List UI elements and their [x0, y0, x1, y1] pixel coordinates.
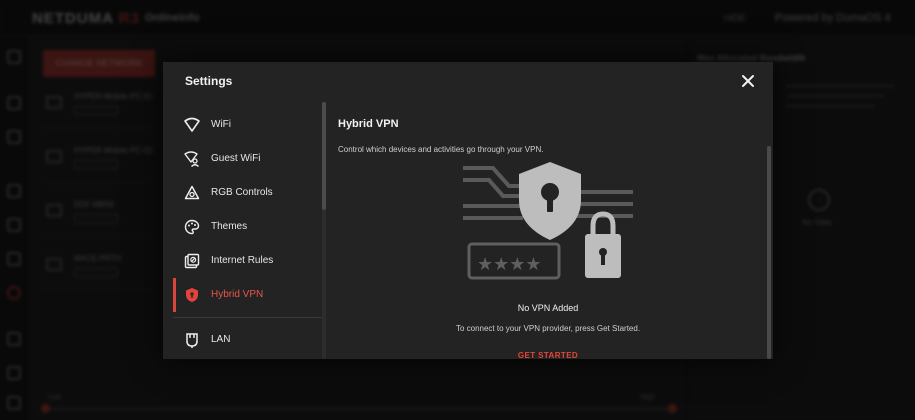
get-started-button[interactable]: GET STARTED [508, 351, 588, 359]
menu-item-hybrid-vpn[interactable]: Hybrid VPN [173, 278, 323, 312]
menu-item-lan[interactable]: LAN [173, 323, 323, 357]
menu-item-label: Guest WiFi [211, 153, 261, 164]
menu-item-label: WiFi [211, 119, 231, 130]
menu-item-label: Internet Rules [211, 255, 274, 266]
menu-item-label: Hybrid VPN [211, 289, 264, 300]
guest-wifi-icon [184, 151, 200, 167]
svg-text:★★★★: ★★★★ [477, 254, 542, 275]
panel-description: Control which devices and activities go … [338, 145, 544, 154]
empty-state-subtitle: To connect to your VPN provider, press G… [455, 324, 641, 333]
vpn-shield-icon [184, 287, 200, 303]
lan-icon [184, 332, 200, 348]
active-indicator [173, 278, 176, 312]
menu-item-guest-wifi[interactable]: Guest WiFi [173, 142, 323, 176]
vpn-illustration-icon: ★★★★ [463, 162, 633, 284]
rgb-icon [184, 185, 200, 201]
modal-title: Settings [185, 74, 233, 88]
menu-scrollbar[interactable] [322, 102, 326, 359]
wifi-icon [184, 117, 200, 133]
menu-scrollbar-thumb[interactable] [322, 102, 326, 210]
menu-item-label: LAN [211, 334, 231, 345]
menu-item-internet-rules[interactable]: Internet Rules [173, 244, 323, 278]
internet-rules-icon [184, 253, 200, 269]
panel-title: Hybrid VPN [338, 118, 399, 130]
menu-item-themes[interactable]: Themes [173, 210, 323, 244]
menu-item-rgb-controls[interactable]: RGB Controls [173, 176, 323, 210]
content-scrollbar-thumb[interactable] [767, 146, 771, 359]
empty-state-title: No VPN Added [517, 303, 579, 313]
settings-menu: WiFi Guest WiFi RGB Controls Themes Inte… [173, 102, 323, 359]
palette-icon [184, 219, 200, 235]
menu-item-wifi[interactable]: WiFi [173, 108, 323, 142]
hybrid-vpn-panel: Hybrid VPN Control which devices and act… [338, 102, 768, 359]
content-scrollbar[interactable] [767, 146, 771, 359]
menu-divider [173, 317, 323, 318]
menu-item-label: RGB Controls [211, 187, 273, 198]
close-icon[interactable] [739, 72, 757, 90]
settings-modal: Settings WiFi Guest WiFi RGB Controls Th… [163, 62, 773, 359]
menu-item-label: Themes [211, 221, 248, 232]
